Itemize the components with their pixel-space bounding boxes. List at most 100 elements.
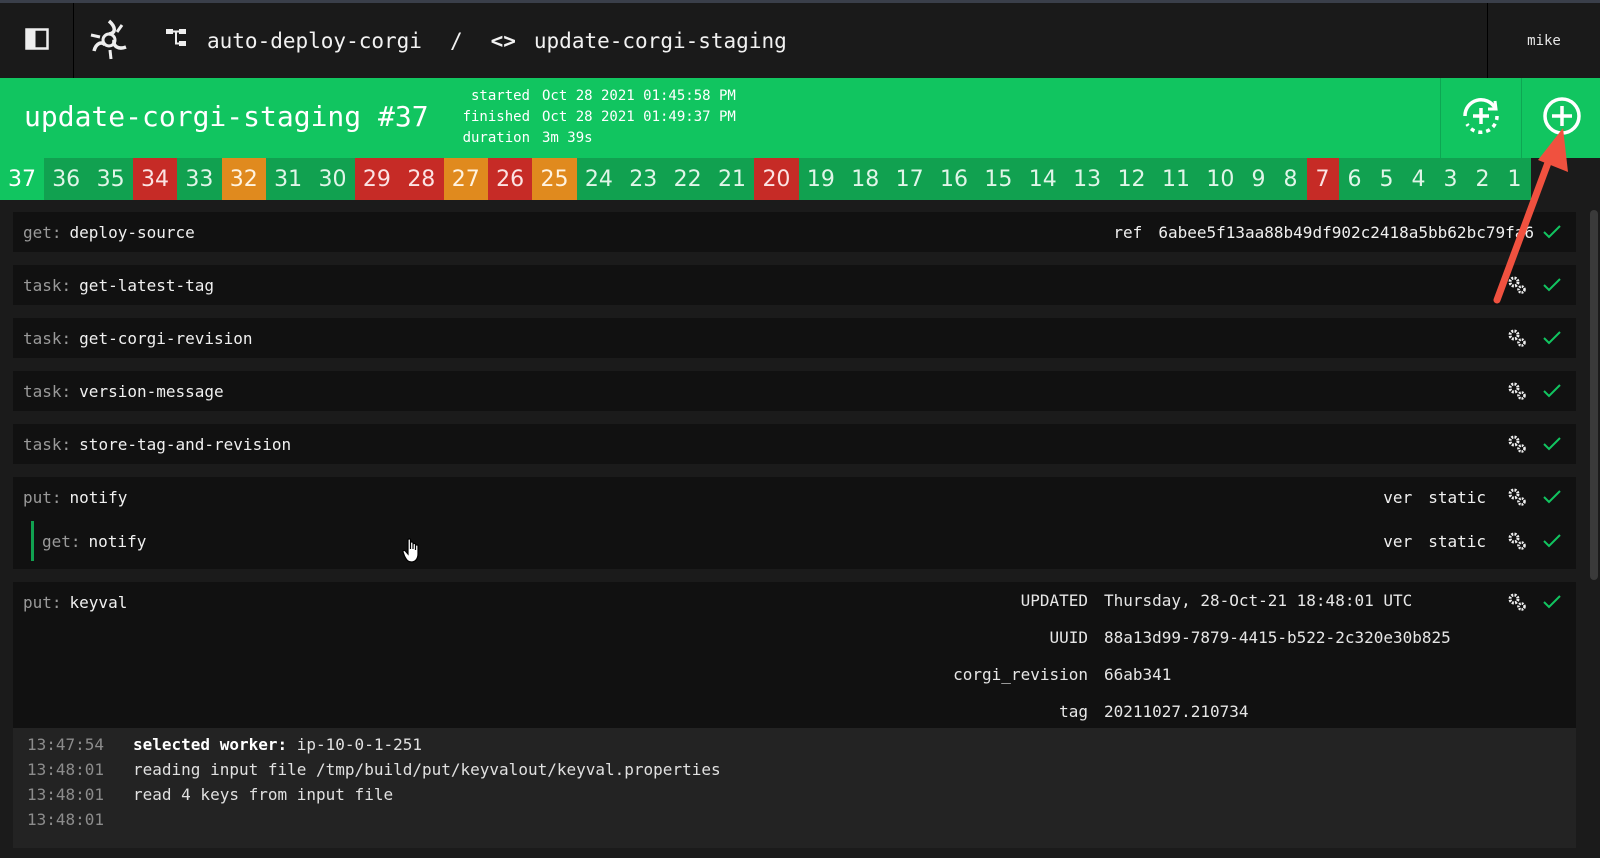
step-name: notify (69, 487, 128, 507)
metadata-key: corgi_revision (953, 665, 1088, 684)
success-check-icon (1542, 328, 1562, 348)
breadcrumb: auto-deploy-corgi / <> update-corgi-stag… (165, 3, 787, 78)
version-value: static (1428, 487, 1486, 507)
build-tab-20[interactable]: 20 (754, 158, 799, 200)
build-header: update-corgi-staging #37 started Oct 28 2… (0, 78, 1600, 158)
build-tab-8[interactable]: 8 (1274, 158, 1307, 200)
build-tab-19[interactable]: 19 (798, 158, 844, 200)
started-label: started (470, 88, 530, 104)
step-put-keyval[interactable]: put: keyval UPDATED Thursday, 28-Oct-21 1… (13, 582, 1576, 732)
log-timestamp: 13:47:54 (27, 735, 105, 754)
metadata-value: 20211027.210734 (1104, 702, 1249, 721)
log-text: ip-10-0-1-251 (287, 735, 422, 754)
build-tab-16[interactable]: 16 (931, 158, 977, 200)
step-task-version-message[interactable]: task: version-message (13, 371, 1576, 411)
build-tab-27[interactable]: 27 (443, 158, 488, 200)
build-tab-10[interactable]: 10 (1198, 158, 1243, 200)
build-steps: get: deploy-source ref 6abee5f13aa88b49df… (13, 212, 1576, 745)
metadata-row: corgi_revision 66ab341 (953, 656, 1482, 693)
build-tab-32[interactable]: 32 (221, 158, 266, 200)
build-tab-14[interactable]: 14 (1020, 158, 1065, 200)
scrollbar-thumb[interactable] (1590, 210, 1598, 580)
build-tab-6[interactable]: 6 (1338, 158, 1371, 200)
sidebar-toggle-button[interactable] (0, 3, 74, 78)
breadcrumb-job-link[interactable]: update-corgi-staging (534, 29, 787, 53)
metadata-key: tag (1059, 702, 1088, 721)
started-value: Oct 28 2021 01:45:58 PM (542, 88, 736, 104)
step-type: task: (23, 434, 72, 454)
step-header[interactable]: task: get-corgi-revision (13, 318, 1576, 358)
step-header[interactable]: put: notify (13, 477, 1576, 517)
step-get-deploy-source[interactable]: get: deploy-source ref 6abee5f13aa88b49df… (13, 212, 1576, 252)
step-type: task: (23, 275, 72, 295)
build-tab-11[interactable]: 11 (1153, 158, 1199, 200)
finished-label: finished (462, 109, 530, 125)
concourse-logo-icon[interactable] (86, 17, 132, 63)
step-header[interactable]: task: get-latest-tag (13, 265, 1576, 305)
build-tab-37[interactable]: 37 (0, 158, 44, 200)
build-tab-23[interactable]: 23 (621, 158, 666, 200)
build-tab-13[interactable]: 13 (1064, 158, 1110, 200)
step-task-store-tag-and-revision[interactable]: task: store-tag-and-revision (13, 424, 1576, 464)
user-menu[interactable]: mike (1487, 3, 1600, 78)
version-key: ver (1383, 487, 1413, 507)
build-tab-36[interactable]: 36 (44, 158, 89, 200)
rerun-build-button[interactable] (1440, 78, 1520, 158)
build-tab-2[interactable]: 2 (1466, 158, 1499, 200)
metadata-table: UPDATED Thursday, 28-Oct-21 18:48:01 UTC … (953, 582, 1482, 730)
log-bold-text: selected worker: (133, 735, 288, 754)
success-check-icon (1542, 275, 1562, 295)
metadata-value: 66ab341 (1104, 665, 1172, 684)
build-tab-15[interactable]: 15 (976, 158, 1021, 200)
build-tab-5[interactable]: 5 (1370, 158, 1403, 200)
sidebar-toggle-icon (24, 27, 49, 54)
build-tab-22[interactable]: 22 (665, 158, 710, 200)
top-bar: auto-deploy-corgi / <> update-corgi-stag… (0, 0, 1600, 78)
build-tab-1[interactable]: 1 (1498, 158, 1531, 200)
step-name: store-tag-and-revision (79, 434, 292, 454)
gears-icon (1506, 274, 1528, 296)
step-header[interactable]: put: keyval (13, 582, 127, 622)
build-tab-3[interactable]: 3 (1434, 158, 1467, 200)
build-tab-29[interactable]: 29 (354, 158, 400, 200)
log-timestamp: 13:48:01 (27, 785, 105, 804)
plus-circle-icon (1540, 94, 1584, 142)
step-put-notify[interactable]: put: notify ver static get: notify ver sta… (13, 477, 1576, 569)
step-task-get-corgi-revision[interactable]: task: get-corgi-revision (13, 318, 1576, 358)
success-check-icon (1542, 487, 1562, 507)
build-tab-28[interactable]: 28 (399, 158, 444, 200)
metadata-row: tag 20211027.210734 (953, 693, 1482, 730)
build-tab-7[interactable]: 7 (1306, 158, 1339, 200)
success-check-icon (1542, 434, 1562, 454)
step-header[interactable]: task: store-tag-and-revision (13, 424, 1576, 464)
build-tab-12[interactable]: 12 (1109, 158, 1154, 200)
step-header[interactable]: task: version-message (13, 371, 1576, 411)
breadcrumb-separator: / (449, 28, 463, 53)
build-tab-4[interactable]: 4 (1402, 158, 1435, 200)
step-task-get-latest-tag[interactable]: task: get-latest-tag (13, 265, 1576, 305)
build-tab-24[interactable]: 24 (576, 158, 622, 200)
success-check-icon (1542, 222, 1562, 242)
log-timestamp: 13:48:01 (27, 760, 105, 779)
build-tab-26[interactable]: 26 (487, 158, 533, 200)
build-tab-30[interactable]: 30 (310, 158, 355, 200)
trigger-build-button[interactable] (1521, 78, 1600, 158)
step-type: get: (42, 531, 81, 551)
build-tab-25[interactable]: 25 (532, 158, 577, 200)
step-name: get-latest-tag (79, 275, 215, 295)
build-title: update-corgi-staging #37 (24, 100, 429, 133)
build-tab-34[interactable]: 34 (132, 158, 178, 200)
step-header[interactable]: get: notify (34, 521, 1576, 561)
build-tab-18[interactable]: 18 (843, 158, 888, 200)
build-tab-9[interactable]: 9 (1242, 158, 1275, 200)
build-tab-17[interactable]: 17 (887, 158, 932, 200)
build-tab-35[interactable]: 35 (88, 158, 133, 200)
rerun-icon (1456, 91, 1506, 145)
version-key: ver (1383, 531, 1413, 551)
build-tab-31[interactable]: 31 (265, 158, 311, 200)
step-get-notify[interactable]: get: notify ver static (31, 521, 1576, 561)
breadcrumb-pipeline-link[interactable]: auto-deploy-corgi (207, 29, 422, 53)
step-type: put: (23, 487, 62, 507)
build-tab-33[interactable]: 33 (177, 158, 222, 200)
build-tab-21[interactable]: 21 (709, 158, 755, 200)
